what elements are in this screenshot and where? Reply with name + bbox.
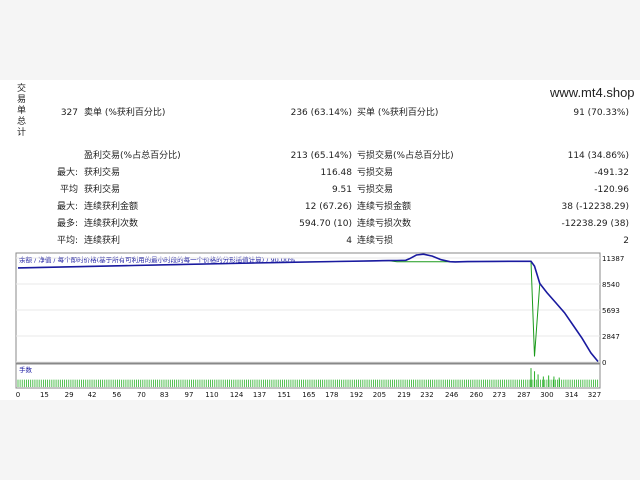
- x-tick-label: 300: [540, 391, 553, 399]
- x-tick-label: 178: [325, 391, 338, 399]
- x-tick-label: 260: [470, 391, 483, 399]
- y-tick-label: 2847: [602, 333, 620, 341]
- x-tick-label: 15: [40, 391, 49, 399]
- y-tick-label: 5693: [602, 307, 620, 315]
- x-tick-label: 314: [565, 391, 579, 399]
- x-tick-labels: 0 15 29 42 56 70 83 97 110 124 137 151 165 178 192 205 2…: [16, 391, 601, 399]
- x-tick-label: 246: [445, 391, 459, 399]
- x-tick-label: 151: [278, 391, 291, 399]
- x-tick-label: 232: [420, 391, 433, 399]
- y-tick-label: 0: [602, 359, 606, 367]
- x-tick-label: 83: [160, 391, 169, 399]
- main-plot-frame: [15, 252, 601, 364]
- x-tick-label: 287: [517, 391, 530, 399]
- y-tick-label: 8540: [602, 281, 620, 289]
- x-tick-label: 205: [373, 391, 386, 399]
- x-tick-label: 165: [302, 391, 315, 399]
- x-tick-label: 56: [112, 391, 121, 399]
- x-tick-label: 110: [205, 391, 218, 399]
- x-tick-label: 192: [350, 391, 363, 399]
- y-tick-labels: 11387 8540 5693 2847 0: [602, 255, 624, 367]
- x-tick-label: 327: [588, 391, 601, 399]
- x-tick-label: 70: [137, 391, 146, 399]
- balance-chart: 余额 / 净值 / 每个即时价格(基于所有可利用的最小时段的每一个价格的分形插值…: [15, 252, 624, 399]
- x-tick-label: 124: [230, 391, 244, 399]
- x-tick-label: 42: [88, 391, 97, 399]
- x-tick-label: 97: [185, 391, 194, 399]
- x-tick-label: 219: [397, 391, 410, 399]
- x-tick-label: 29: [65, 391, 74, 399]
- x-tick-label: 273: [493, 391, 506, 399]
- x-tick-label: 137: [253, 391, 266, 399]
- x-tick-label: 0: [16, 391, 20, 399]
- y-tick-label: 11387: [602, 255, 624, 263]
- volume-label: 手数: [19, 365, 33, 374]
